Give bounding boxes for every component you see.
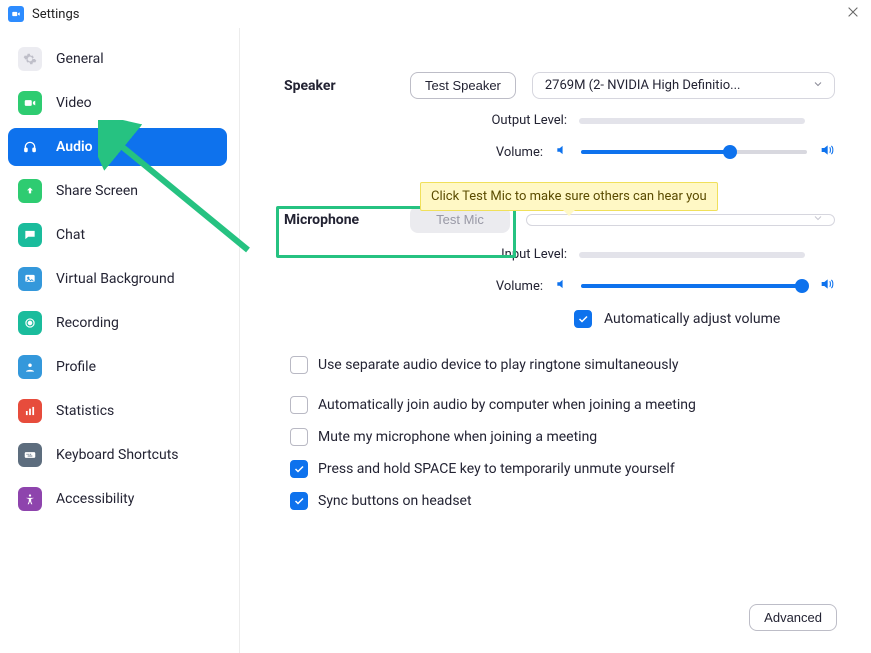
sidebar-item-label: General	[56, 51, 104, 67]
sidebar-item-label: Virtual Background	[56, 271, 175, 287]
option-space-unmute: Press and hold SPACE key to temporarily …	[290, 460, 835, 478]
sidebar-item-profile[interactable]: Profile	[8, 348, 227, 386]
speaker-volume-row: Volume:	[284, 142, 835, 162]
microphone-highlight-annotation	[276, 206, 516, 258]
chat-icon	[18, 223, 42, 247]
chevron-down-icon	[812, 78, 824, 94]
option-label: Mute my microphone when joining a meetin…	[318, 429, 597, 445]
sidebar-item-label: Accessibility	[56, 491, 134, 507]
sidebar-item-label: Share Screen	[56, 183, 138, 199]
option-label: Use separate audio device to play ringto…	[318, 357, 679, 373]
mic-volume-label: Volume:	[403, 279, 543, 294]
mic-volume-slider[interactable]	[581, 279, 807, 293]
sidebar-item-label: Profile	[56, 359, 96, 375]
space-unmute-checkbox[interactable]	[290, 460, 308, 478]
mute-on-join-checkbox[interactable]	[290, 428, 308, 446]
share-screen-icon	[18, 179, 42, 203]
speaker-low-icon	[555, 277, 569, 295]
option-separate-device: Use separate audio device to play ringto…	[290, 356, 835, 374]
sidebar-item-label: Keyboard Shortcuts	[56, 447, 179, 463]
output-level-row: Output Level:	[284, 113, 835, 128]
separate-device-checkbox[interactable]	[290, 356, 308, 374]
app-icon	[8, 6, 24, 22]
sidebar-item-general[interactable]: General	[8, 40, 227, 78]
test-speaker-button[interactable]: Test Speaker	[410, 72, 516, 99]
statistics-icon	[18, 399, 42, 423]
sidebar-item-label: Statistics	[56, 403, 114, 419]
auto-adjust-row: Automatically adjust volume	[574, 310, 835, 328]
sync-headset-checkbox[interactable]	[290, 492, 308, 510]
speaker-label: Speaker	[284, 78, 394, 94]
sidebar-item-share-screen[interactable]: Share Screen	[8, 172, 227, 210]
option-sync-headset: Sync buttons on headset	[290, 492, 835, 510]
auto-adjust-checkbox[interactable]	[574, 310, 592, 328]
test-mic-tooltip: Click Test Mic to make sure others can h…	[420, 182, 718, 211]
mic-volume-row: Volume:	[284, 276, 835, 296]
virtual-background-icon	[18, 267, 42, 291]
speaker-low-icon	[555, 143, 569, 161]
sidebar-item-keyboard-shortcuts[interactable]: Keyboard Shortcuts	[8, 436, 227, 474]
sidebar-item-recording[interactable]: Recording	[8, 304, 227, 342]
sidebar-item-label: Video	[56, 95, 92, 111]
sidebar-item-video[interactable]: Video	[8, 84, 227, 122]
option-label: Automatically join audio by computer whe…	[318, 397, 696, 413]
option-auto-join: Automatically join audio by computer whe…	[290, 396, 835, 414]
speaker-volume-label: Volume:	[403, 145, 543, 160]
sidebar-item-label: Recording	[56, 315, 119, 331]
close-icon[interactable]	[845, 4, 861, 20]
profile-icon	[18, 355, 42, 379]
speaker-volume-slider[interactable]	[581, 145, 807, 159]
sidebar-item-accessibility[interactable]: Accessibility	[8, 480, 227, 518]
window-title: Settings	[32, 7, 79, 22]
keyboard-icon	[18, 443, 42, 467]
output-level-meter	[579, 118, 805, 124]
sidebar: General Video Audio Share Screen Chat	[0, 28, 240, 653]
content-pane: Speaker Test Speaker 2769M (2- NVIDIA Hi…	[240, 28, 871, 653]
chevron-down-icon	[812, 212, 824, 228]
speaker-device-dropdown[interactable]: 2769M (2- NVIDIA High Definitio...	[532, 72, 835, 99]
sidebar-item-chat[interactable]: Chat	[8, 216, 227, 254]
auto-join-checkbox[interactable]	[290, 396, 308, 414]
accessibility-icon	[18, 487, 42, 511]
speaker-device-selected: 2769M (2- NVIDIA High Definitio...	[545, 78, 741, 93]
headphones-icon	[18, 135, 42, 159]
sidebar-item-virtual-background[interactable]: Virtual Background	[8, 260, 227, 298]
output-level-label: Output Level:	[427, 113, 567, 128]
input-level-meter	[579, 252, 805, 258]
gear-icon	[18, 47, 42, 71]
speaker-high-icon	[819, 276, 835, 296]
speaker-section: Speaker Test Speaker 2769M (2- NVIDIA Hi…	[284, 72, 835, 99]
sidebar-item-statistics[interactable]: Statistics	[8, 392, 227, 430]
advanced-button[interactable]: Advanced	[749, 604, 837, 631]
sidebar-item-audio[interactable]: Audio	[8, 128, 227, 166]
recording-icon	[18, 311, 42, 335]
option-label: Sync buttons on headset	[318, 493, 472, 509]
video-icon	[18, 91, 42, 115]
titlebar: Settings	[0, 0, 871, 28]
option-label: Press and hold SPACE key to temporarily …	[318, 461, 675, 477]
speaker-high-icon	[819, 142, 835, 162]
option-mute-on-join: Mute my microphone when joining a meetin…	[290, 428, 835, 446]
auto-adjust-label: Automatically adjust volume	[604, 311, 780, 327]
sidebar-item-label: Chat	[56, 227, 85, 243]
sidebar-item-label: Audio	[56, 139, 93, 155]
